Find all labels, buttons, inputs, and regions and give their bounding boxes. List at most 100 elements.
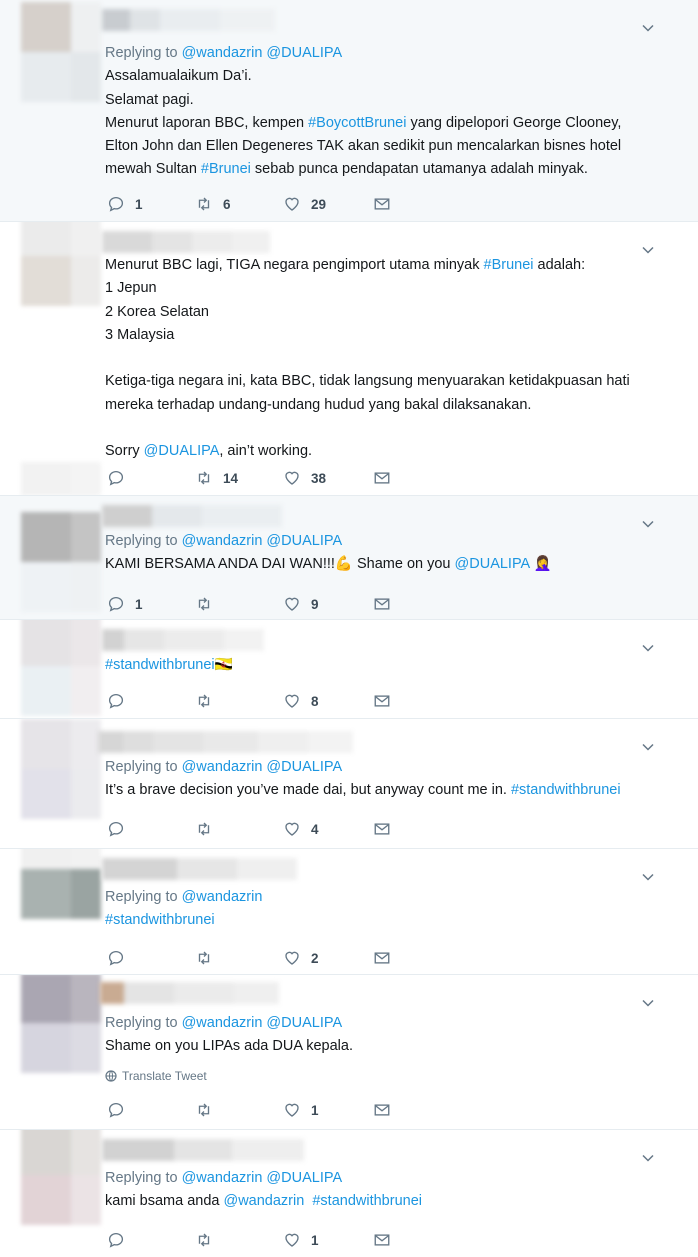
tweet-7[interactable]: Replying to @wandazrin @DUALIPA kami bsa… — [0, 1130, 698, 1257]
heart-icon — [285, 197, 299, 211]
mention-link[interactable]: @DUALIPA — [266, 533, 342, 549]
hashtag-link[interactable]: #BoycottBrunei — [308, 115, 406, 131]
user-name-blurred[interactable] — [102, 858, 297, 880]
chevron-down-icon[interactable] — [642, 642, 654, 654]
chevron-down-icon[interactable] — [642, 871, 654, 883]
reply-count: 1 — [135, 196, 143, 212]
reply-icon — [108, 950, 124, 966]
avatar[interactable] — [21, 975, 101, 1073]
tweet-3[interactable]: #standwithbrunei🇧🇳 8 — [0, 620, 698, 719]
like-button[interactable]: 9 — [283, 595, 373, 613]
tweet-text: KAMI BERSAMA ANDA DAI WAN!!!💪 Shame on y… — [105, 553, 678, 576]
chevron-down-icon[interactable] — [642, 741, 654, 753]
tweet-0[interactable]: Replying to @wandazrin @DUALIPA Assalamu… — [0, 0, 698, 222]
mention-link[interactable]: @wandazrin — [182, 1015, 263, 1031]
reply-button[interactable] — [107, 820, 195, 838]
direct-message-button[interactable] — [373, 820, 391, 838]
direct-message-button[interactable] — [373, 469, 391, 487]
avatar[interactable] — [21, 849, 101, 919]
like-button[interactable]: 29 — [283, 195, 373, 213]
chevron-down-icon[interactable] — [642, 1152, 654, 1164]
reply-button[interactable] — [107, 949, 195, 967]
reply-button[interactable] — [107, 469, 195, 487]
avatar[interactable] — [21, 512, 101, 612]
tweet-4[interactable]: Replying to @wandazrin @DUALIPA It’s a b… — [0, 719, 698, 849]
chevron-down-icon[interactable] — [642, 518, 654, 530]
reply-button[interactable] — [107, 1231, 195, 1249]
direct-message-button[interactable] — [373, 692, 391, 710]
direct-message-button[interactable] — [373, 1101, 391, 1119]
mention-link[interactable]: @wandazrin — [223, 1193, 304, 1209]
mention-link[interactable]: @DUALIPA — [266, 1015, 342, 1031]
user-name-blurred[interactable] — [98, 731, 353, 753]
retweet-button[interactable] — [195, 1231, 283, 1249]
text: Menurut laporan BBC, kempen — [105, 114, 309, 131]
like-button[interactable]: 1 — [283, 1231, 373, 1249]
tweet-5[interactable]: Replying to @wandazrin #standwithbrunei … — [0, 849, 698, 975]
tweet-1[interactable]: Menurut BBC lagi, TIGA negara pengimport… — [0, 222, 698, 496]
heart-icon — [285, 822, 299, 836]
avatar[interactable] — [21, 1130, 101, 1225]
reply-button[interactable] — [107, 692, 195, 710]
reply-button[interactable]: 1 — [107, 595, 195, 613]
retweet-button[interactable] — [195, 949, 283, 967]
hashtag-link[interactable]: #Brunei — [484, 257, 534, 273]
direct-message-button[interactable] — [373, 595, 391, 613]
avatar[interactable] — [21, 620, 101, 716]
retweet-button[interactable] — [195, 1101, 283, 1119]
heart-icon — [285, 471, 299, 485]
retweet-button[interactable] — [195, 692, 283, 710]
hashtag-link[interactable]: #Brunei — [201, 161, 251, 177]
avatar[interactable] — [21, 2, 101, 102]
retweet-button[interactable]: 14 — [195, 469, 283, 487]
reply-button[interactable] — [107, 1101, 195, 1119]
chevron-down-icon[interactable] — [642, 997, 654, 1009]
user-name-blurred[interactable] — [102, 629, 264, 651]
retweet-icon — [198, 1233, 210, 1247]
tweet-6[interactable]: Replying to @wandazrin @DUALIPA Shame on… — [0, 975, 698, 1130]
mention-link[interactable]: @DUALIPA — [455, 556, 530, 572]
retweet-button[interactable]: 6 — [195, 195, 283, 213]
mention-link[interactable]: @DUALIPA — [266, 45, 342, 61]
mention-link[interactable]: @wandazrin — [182, 533, 263, 549]
tweet-2[interactable]: Replying to @wandazrin @DUALIPA KAMI BER… — [0, 496, 698, 620]
like-button[interactable]: 8 — [283, 692, 373, 710]
translate-tweet-link[interactable]: Translate Tweet — [105, 1065, 678, 1088]
user-name-blurred[interactable] — [102, 505, 282, 527]
direct-message-button[interactable] — [373, 949, 391, 967]
envelope-icon — [374, 1104, 390, 1116]
retweet-button[interactable] — [195, 595, 283, 613]
mention-link[interactable]: @wandazrin — [182, 1170, 263, 1186]
like-button[interactable]: 4 — [283, 820, 373, 838]
mention-link[interactable]: @DUALIPA — [144, 443, 220, 459]
hashtag-link[interactable]: #standwithbrunei — [312, 1193, 422, 1209]
user-name-blurred[interactable] — [102, 231, 270, 253]
avatar[interactable] — [21, 719, 101, 819]
text: It’s a brave decision you’ve made dai, b… — [105, 782, 511, 799]
hashtag-link[interactable]: #standwithbrunei — [105, 657, 215, 673]
replying-to: Replying to @wandazrin — [105, 886, 678, 909]
mention-link[interactable]: @wandazrin — [182, 759, 263, 775]
direct-message-button[interactable] — [373, 1231, 391, 1249]
reply-button[interactable]: 1 — [107, 195, 195, 213]
user-name-blurred[interactable] — [100, 982, 279, 1004]
user-name-blurred[interactable] — [102, 1139, 304, 1161]
like-button[interactable]: 38 — [283, 469, 373, 487]
tweet-text-line: #standwithbrunei — [105, 909, 678, 932]
retweet-count: 6 — [223, 196, 231, 212]
direct-message-button[interactable] — [373, 195, 391, 213]
text: yang dipelopori George Clooney, — [406, 114, 622, 131]
mention-link[interactable]: @wandazrin — [182, 889, 263, 905]
hashtag-link[interactable]: #standwithbrunei — [511, 782, 621, 798]
avatar[interactable] — [21, 222, 101, 306]
like-button[interactable]: 1 — [283, 1101, 373, 1119]
like-button[interactable]: 2 — [283, 949, 373, 967]
chevron-down-icon[interactable] — [642, 22, 654, 34]
retweet-button[interactable] — [195, 820, 283, 838]
mention-link[interactable]: @wandazrin — [182, 45, 263, 61]
like-count: 4 — [311, 821, 319, 837]
user-name-blurred[interactable] — [102, 9, 275, 31]
mention-link[interactable]: @DUALIPA — [266, 1170, 342, 1186]
hashtag-link[interactable]: #standwithbrunei — [105, 912, 215, 928]
mention-link[interactable]: @DUALIPA — [266, 759, 342, 775]
